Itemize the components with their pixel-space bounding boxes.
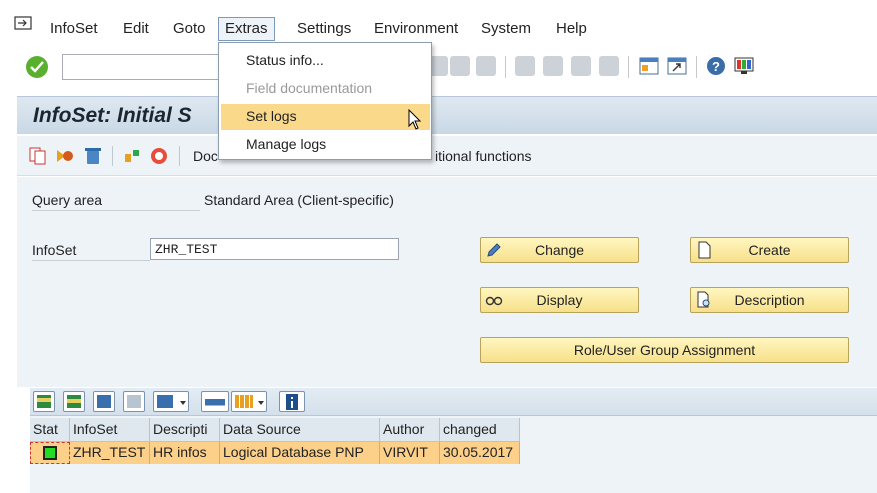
previous-page-icon[interactable] [543,56,563,76]
menu-item-status-info[interactable]: Status info... [221,48,430,74]
new-session-icon[interactable] [639,56,659,76]
menu-edit[interactable]: Edit [117,18,155,42]
change-button[interactable]: Change [480,237,639,263]
label-underline [32,260,150,261]
status-green-icon [43,446,57,460]
toolbar-separator [628,56,629,78]
grid-toolbar [30,388,877,416]
query-area-label: Query area [32,192,103,208]
find-next-icon[interactable] [123,391,145,412]
page-title: InfoSet: Initial S [33,104,192,127]
document-search-icon [697,291,710,308]
details-icon[interactable] [279,391,305,412]
transport-icon[interactable] [122,146,142,166]
dropdown-arrow-icon [258,401,264,405]
table-cell-changed[interactable]: 30.05.2017 [440,442,520,464]
check-icon[interactable] [149,146,169,166]
svg-text:?: ? [712,59,720,74]
find-icon[interactable] [93,391,115,412]
column-header-infoset[interactable]: InfoSet [70,418,150,442]
additional-functions-label[interactable]: itional functions [435,148,532,164]
description-button[interactable]: Description [690,287,849,313]
dropdown-arrow-icon [180,401,186,405]
create-button-label: Create [748,242,791,258]
export-icon[interactable] [231,391,267,412]
table-cell-description[interactable]: HR infos [150,442,220,464]
sort-descending-icon[interactable] [63,391,85,412]
infoset-list: Stat InfoSet Descripti Data Source Autho… [30,388,877,493]
menu-settings[interactable]: Settings [291,18,357,42]
system-menu-icon[interactable] [14,16,32,30]
find-next-icon[interactable] [450,56,470,76]
infoset-input[interactable]: ZHR_TEST [150,238,399,260]
menu-extras[interactable]: Extras [218,17,275,41]
description-button-label: Description [734,292,805,308]
toolbar-separator [696,56,697,78]
find-again-icon[interactable] [476,56,496,76]
new-document-icon [698,241,711,259]
mouse-pointer-icon [408,109,422,130]
column-header-description[interactable]: Descripti [150,418,220,442]
display-button[interactable]: Display [480,287,639,313]
standard-toolbar: ? [0,44,877,90]
column-header-data-source[interactable]: Data Source [220,418,380,442]
table-cell-infoset[interactable]: ZHR_TEST [70,442,150,464]
main-form: Query area Standard Area (Client-specifi… [17,177,877,387]
column-header-author[interactable]: Author [380,418,440,442]
role-user-group-assignment-button[interactable]: Role/User Group Assignment [480,337,849,363]
toolbar-separator [505,56,506,78]
pencil-icon [487,243,501,257]
menu-item-field-documentation: Field documentation [246,80,373,96]
application-toolbar: Doc itional functions [17,136,877,176]
role-assignment-button-label: Role/User Group Assignment [573,342,756,358]
menu-environment[interactable]: Environment [368,18,464,42]
infoset-label: InfoSet [32,242,77,258]
first-page-icon[interactable] [515,56,535,76]
rename-icon[interactable] [55,146,75,166]
customize-layout-icon[interactable] [734,56,754,76]
last-page-icon[interactable] [599,56,619,76]
enter-icon[interactable] [26,56,48,78]
toolbar-separator [179,146,180,166]
table-row-status[interactable] [30,442,70,464]
menu-infoset[interactable]: InfoSet [44,18,104,42]
label-underline [32,210,200,211]
shortcut-icon[interactable] [667,56,687,76]
column-header-status[interactable]: Stat [30,418,70,442]
menu-system[interactable]: System [475,18,537,42]
table-cell-author[interactable]: VIRVIT [380,442,440,464]
display-button-label: Display [536,292,583,308]
print-icon[interactable] [201,391,229,412]
next-page-icon[interactable] [571,56,591,76]
help-icon[interactable]: ? [706,56,726,76]
delete-icon[interactable] [83,146,103,166]
documentation-button-label[interactable]: Doc [193,148,218,164]
menu-goto[interactable]: Goto [167,18,212,42]
menu-item-manage-logs[interactable]: Manage logs [221,132,430,158]
filter-icon[interactable] [153,391,189,412]
title-bar: InfoSet: Initial S [17,96,877,134]
create-button[interactable]: Create [690,237,849,263]
extras-menu: Status info... Field documentation Set l… [218,42,432,160]
sort-ascending-icon[interactable] [33,391,55,412]
menu-bar: InfoSet Edit Goto Extras Settings Enviro… [0,0,877,44]
change-button-label: Change [534,242,585,258]
toolbar-separator [112,146,113,166]
copy-icon[interactable] [28,146,48,166]
query-area-value: Standard Area (Client-specific) [204,192,394,208]
table-cell-data-source[interactable]: Logical Database PNP [220,442,380,464]
menu-item-set-logs[interactable]: Set logs [221,104,430,130]
command-field[interactable] [62,54,232,80]
column-header-changed[interactable]: changed [440,418,520,442]
menu-help[interactable]: Help [550,18,593,42]
glasses-icon [485,296,503,306]
